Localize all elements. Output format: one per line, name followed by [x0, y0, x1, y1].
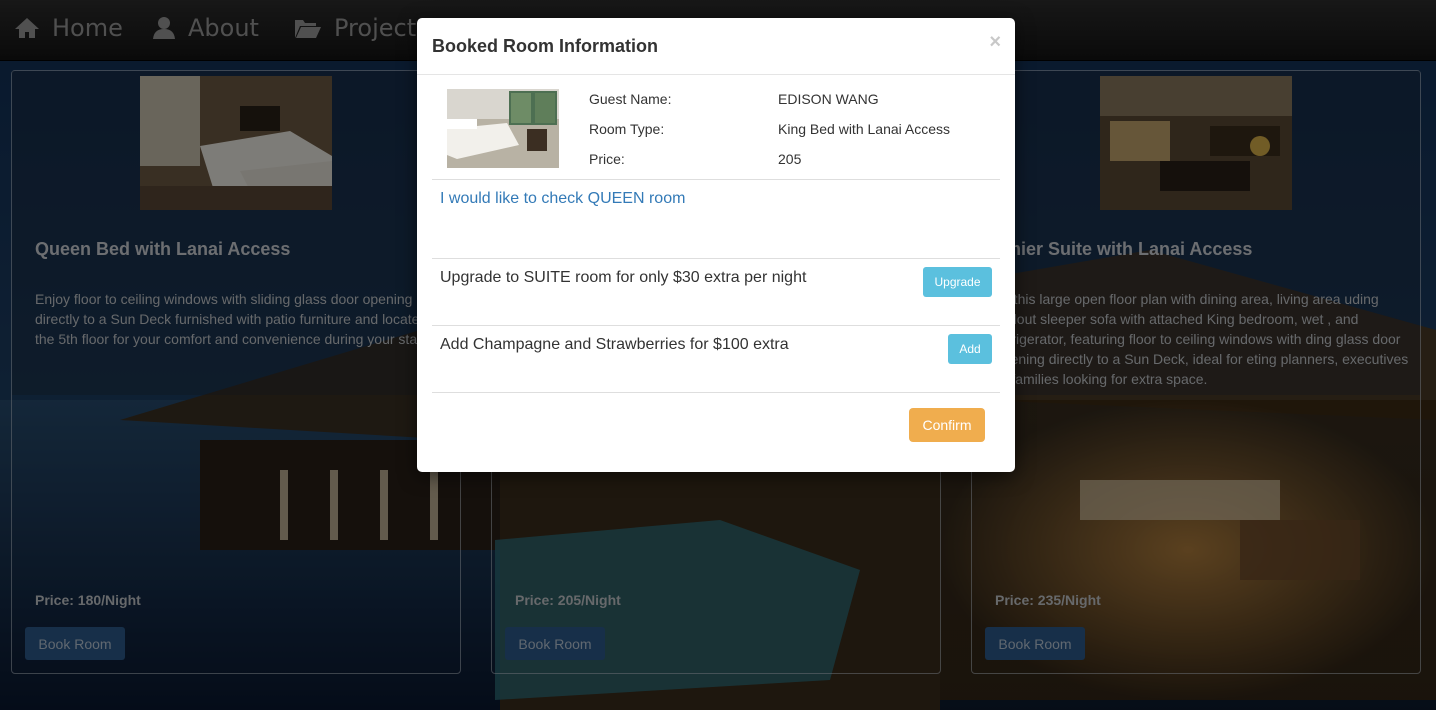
- confirm-button[interactable]: Confirm: [909, 408, 985, 442]
- add-button[interactable]: Add: [948, 334, 992, 364]
- upgrade-offer-text: Upgrade to SUITE room for only $30 extra…: [440, 269, 807, 286]
- room-type-label: Room Type:: [589, 121, 665, 137]
- price-label: Price:: [589, 151, 625, 167]
- divider: [432, 258, 1000, 259]
- modal-header: Booked Room Information ×: [417, 18, 1015, 75]
- addon-offer-text: Add Champagne and Strawberries for $100 …: [440, 336, 789, 353]
- divider: [432, 179, 1000, 180]
- divider: [432, 325, 1000, 326]
- guest-name-value: EDISON WANG: [778, 91, 879, 107]
- modal-title: Booked Room Information: [432, 36, 658, 56]
- check-queen-room-link[interactable]: I would like to check QUEEN room: [440, 190, 685, 208]
- price-value: 205: [778, 151, 802, 167]
- upgrade-button[interactable]: Upgrade: [923, 267, 992, 297]
- room-type-value: King Bed with Lanai Access: [778, 121, 950, 137]
- close-icon[interactable]: ×: [989, 32, 1001, 52]
- booked-room-modal: Booked Room Information × Guest Name: ED…: [417, 18, 1015, 472]
- guest-name-label: Guest Name:: [589, 91, 672, 107]
- divider: [432, 392, 1000, 393]
- booked-room-image: [447, 89, 559, 168]
